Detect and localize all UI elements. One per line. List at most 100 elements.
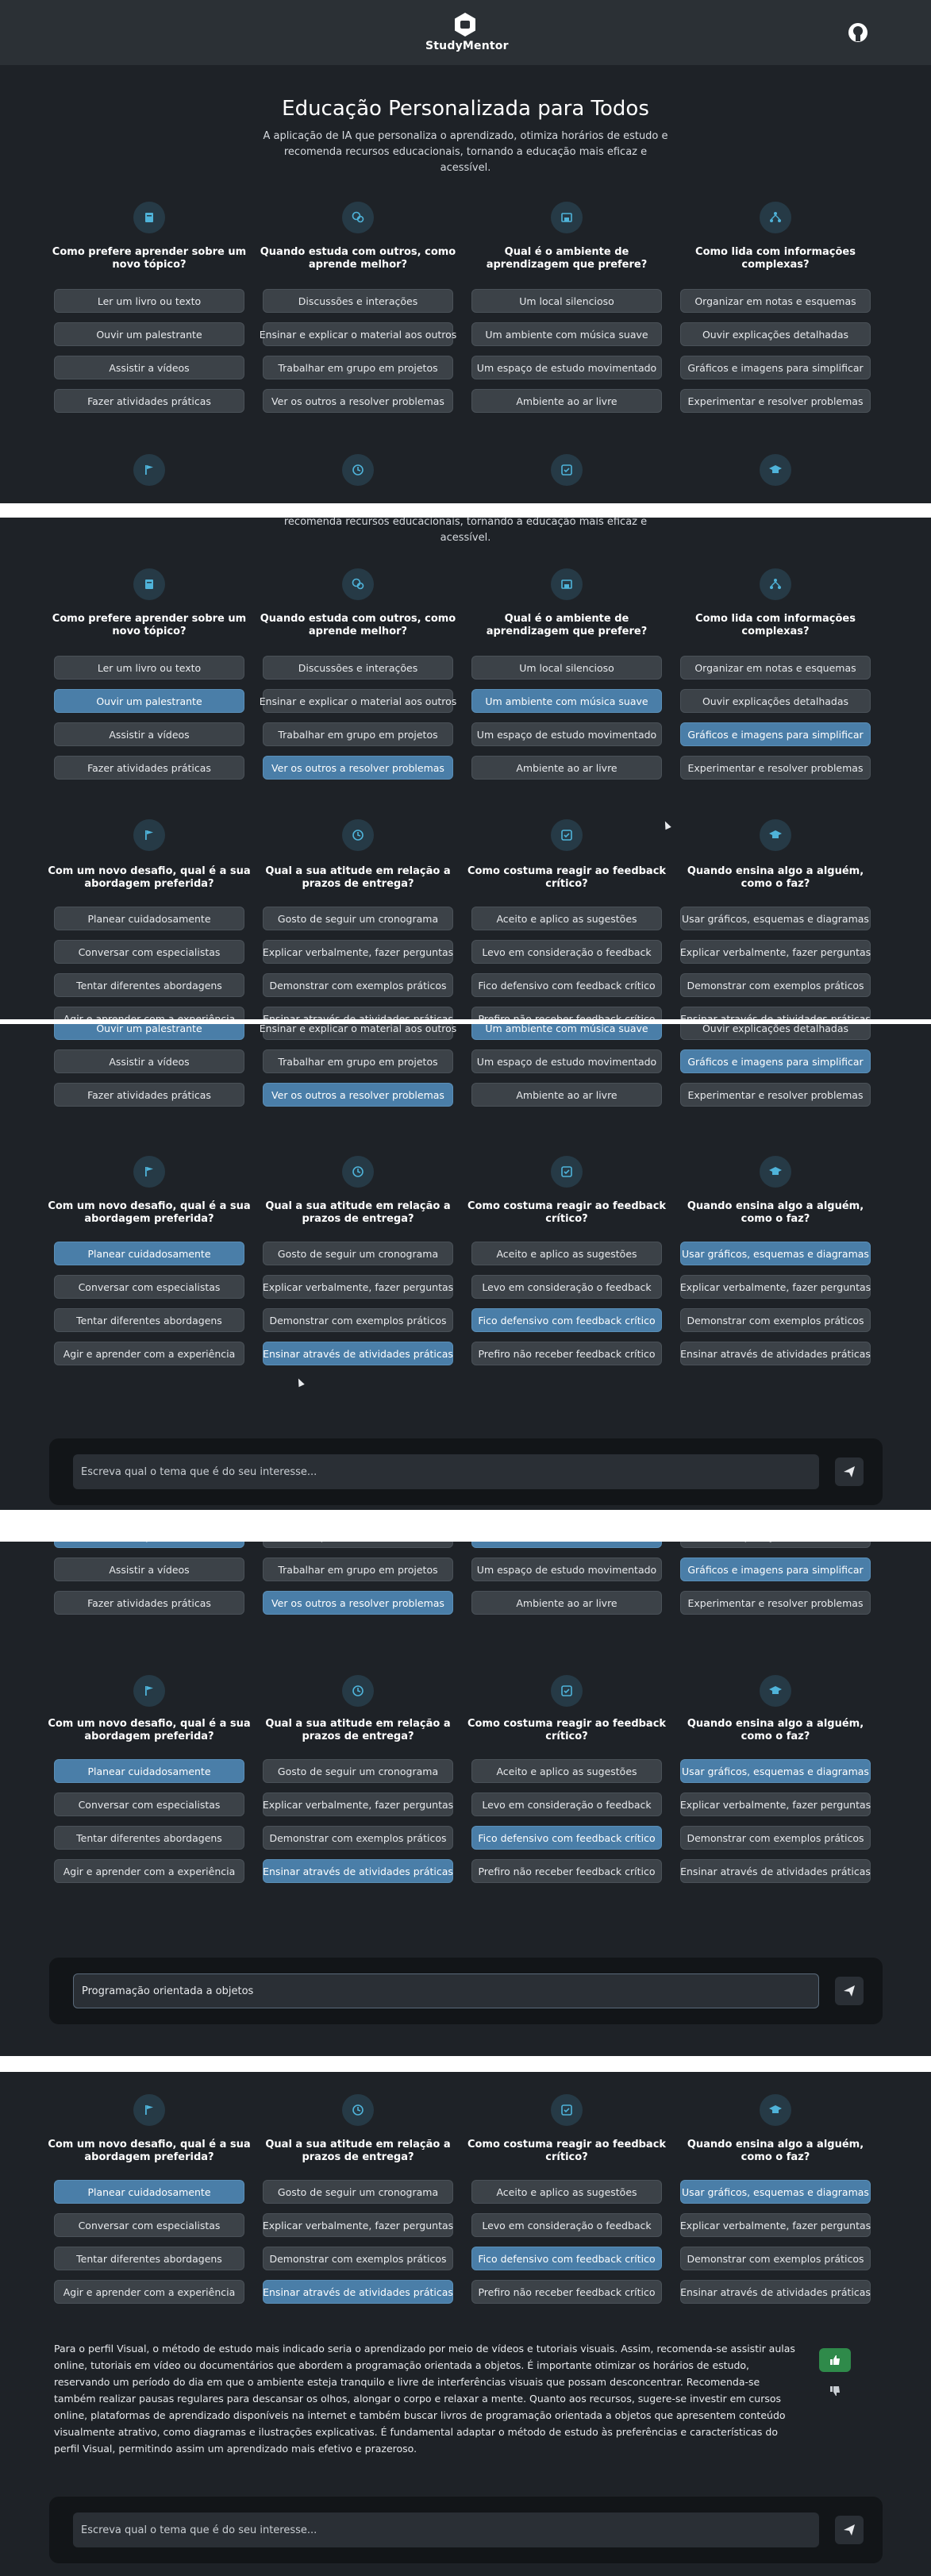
option-um-ambiente-com-musica-suave[interactable]: Um ambiente com música suave [471,1542,662,1548]
option-agir-e-aprender-com-a-experiencia[interactable]: Agir e aprender com a experiência [54,1007,244,1019]
option-planear-cuidadosamente[interactable]: Planear cuidadosamente [54,1242,244,1265]
option-um-espaco-de-estudo-movimentado[interactable]: Um espaço de estudo movimentado [471,722,662,746]
option-ouvir-explicacoes-detalhadas[interactable]: Ouvir explicações detalhadas [680,1542,871,1548]
option-fazer-atividades-praticas[interactable]: Fazer atividades práticas [54,756,244,780]
option-prefiro-nao-receber-feedback-critico[interactable]: Prefiro não receber feedback crítico [471,1859,662,1883]
thumbs-up-button[interactable] [819,2348,851,2372]
option-usar-graficos-esquemas-e-diagramas[interactable]: Usar gráficos, esquemas e diagramas [680,907,871,930]
option-ouvir-explicacoes-detalhadas[interactable]: Ouvir explicações detalhadas [680,689,871,713]
option-ensinar-e-explicar-o-material-aos-outros[interactable]: Ensinar e explicar o material aos outros [260,689,456,713]
option-um-local-silencioso[interactable]: Um local silencioso [471,656,662,680]
option-ensinar-e-explicar-o-material-aos-outros[interactable]: Ensinar e explicar o material aos outros [260,322,456,346]
topic-input[interactable]: Escreva qual o tema que é do seu interes… [73,2512,819,2547]
option-demonstrar-com-exemplos-praticos[interactable]: Demonstrar com exemplos práticos [680,1826,871,1850]
option-ensinar-e-explicar-o-material-aos-outros[interactable]: Ensinar e explicar o material aos outros [260,1024,456,1040]
option-agir-e-aprender-com-a-experiencia[interactable]: Agir e aprender com a experiência [54,1859,244,1883]
option-explicar-verbalmente-fazer-perguntas[interactable]: Explicar verbalmente, fazer perguntas [263,1275,453,1299]
option-explicar-verbalmente-fazer-perguntas[interactable]: Explicar verbalmente, fazer perguntas [680,940,871,964]
option-ouvir-um-palestrante[interactable]: Ouvir um palestrante [54,689,244,713]
option-assistir-a-videos[interactable]: Assistir a vídeos [54,356,244,379]
option-ensinar-atraves-de-atividades-praticas[interactable]: Ensinar através de atividades práticas [680,1342,871,1365]
option-agir-e-aprender-com-a-experiencia[interactable]: Agir e aprender com a experiência [54,2280,244,2304]
option-ambiente-ao-ar-livre[interactable]: Ambiente ao ar livre [471,756,662,780]
option-ver-os-outros-a-resolver-problemas[interactable]: Ver os outros a resolver problemas [263,1083,453,1107]
option-aceito-e-aplico-as-sugestoes[interactable]: Aceito e aplico as sugestões [471,1759,662,1783]
option-explicar-verbalmente-fazer-perguntas[interactable]: Explicar verbalmente, fazer perguntas [263,2213,453,2237]
option-levo-em-consideracao-o-feedback[interactable]: Levo em consideração o feedback [471,940,662,964]
send-button[interactable] [835,1977,864,2005]
option-organizar-em-notas-e-esquemas[interactable]: Organizar em notas e esquemas [680,656,871,680]
option-experimentar-e-resolver-problemas[interactable]: Experimentar e resolver problemas [680,1591,871,1615]
option-explicar-verbalmente-fazer-perguntas[interactable]: Explicar verbalmente, fazer perguntas [680,1275,871,1299]
option-ler-um-livro-ou-texto[interactable]: Ler um livro ou texto [54,656,244,680]
option-gosto-de-seguir-um-cronograma[interactable]: Gosto de seguir um cronograma [263,2180,453,2204]
option-fico-defensivo-com-feedback-critico[interactable]: Fico defensivo com feedback crítico [471,1826,662,1850]
option-levo-em-consideracao-o-feedback[interactable]: Levo em consideração o feedback [471,2213,662,2237]
option-um-local-silencioso[interactable]: Um local silencioso [471,289,662,313]
option-ver-os-outros-a-resolver-problemas[interactable]: Ver os outros a resolver problemas [263,389,453,413]
option-demonstrar-com-exemplos-praticos[interactable]: Demonstrar com exemplos práticos [680,973,871,997]
option-ambiente-ao-ar-livre[interactable]: Ambiente ao ar livre [471,389,662,413]
option-fico-defensivo-com-feedback-critico[interactable]: Fico defensivo com feedback crítico [471,2247,662,2270]
option-gosto-de-seguir-um-cronograma[interactable]: Gosto de seguir um cronograma [263,907,453,930]
option-levo-em-consideracao-o-feedback[interactable]: Levo em consideração o feedback [471,1792,662,1816]
option-ambiente-ao-ar-livre[interactable]: Ambiente ao ar livre [471,1591,662,1615]
option-demonstrar-com-exemplos-praticos[interactable]: Demonstrar com exemplos práticos [263,1826,453,1850]
option-trabalhar-em-grupo-em-projetos[interactable]: Trabalhar em grupo em projetos [263,1558,453,1581]
option-usar-graficos-esquemas-e-diagramas[interactable]: Usar gráficos, esquemas e diagramas [680,1242,871,1265]
option-assistir-a-videos[interactable]: Assistir a vídeos [54,1049,244,1073]
send-button[interactable] [835,2516,864,2544]
option-explicar-verbalmente-fazer-perguntas[interactable]: Explicar verbalmente, fazer perguntas [263,940,453,964]
option-ensinar-atraves-de-atividades-praticas[interactable]: Ensinar através de atividades práticas [263,2280,453,2304]
option-graficos-e-imagens-para-simplificar[interactable]: Gráficos e imagens para simplificar [680,1049,871,1073]
option-ver-os-outros-a-resolver-problemas[interactable]: Ver os outros a resolver problemas [263,756,453,780]
send-button[interactable] [835,1457,864,1486]
option-ouvir-explicacoes-detalhadas[interactable]: Ouvir explicações detalhadas [680,322,871,346]
option-ensinar-atraves-de-atividades-praticas[interactable]: Ensinar através de atividades práticas [680,1007,871,1019]
topic-input[interactable]: Programação orientada a objetos [73,1973,819,2008]
option-fico-defensivo-com-feedback-critico[interactable]: Fico defensivo com feedback crítico [471,1308,662,1332]
option-conversar-com-especialistas[interactable]: Conversar com especialistas [54,2213,244,2237]
option-usar-graficos-esquemas-e-diagramas[interactable]: Usar gráficos, esquemas e diagramas [680,1759,871,1783]
option-aceito-e-aplico-as-sugestoes[interactable]: Aceito e aplico as sugestões [471,1242,662,1265]
option-um-espaco-de-estudo-movimentado[interactable]: Um espaço de estudo movimentado [471,1558,662,1581]
option-demonstrar-com-exemplos-praticos[interactable]: Demonstrar com exemplos práticos [680,1308,871,1332]
app-logo[interactable]: StudyMentor [425,11,509,52]
option-ensinar-atraves-de-atividades-praticas[interactable]: Ensinar através de atividades práticas [263,1007,453,1019]
option-demonstrar-com-exemplos-praticos[interactable]: Demonstrar com exemplos práticos [263,1308,453,1332]
option-ensinar-e-explicar-o-material-aos-outros[interactable]: Ensinar e explicar o material aos outros [260,1542,456,1548]
option-assistir-a-videos[interactable]: Assistir a vídeos [54,1558,244,1581]
option-assistir-a-videos[interactable]: Assistir a vídeos [54,722,244,746]
option-ensinar-atraves-de-atividades-praticas[interactable]: Ensinar através de atividades práticas [680,1859,871,1883]
option-experimentar-e-resolver-problemas[interactable]: Experimentar e resolver problemas [680,756,871,780]
option-discussoes-e-interacoes[interactable]: Discussões e interações [263,656,453,680]
option-gosto-de-seguir-um-cronograma[interactable]: Gosto de seguir um cronograma [263,1759,453,1783]
option-trabalhar-em-grupo-em-projetos[interactable]: Trabalhar em grupo em projetos [263,722,453,746]
option-usar-graficos-esquemas-e-diagramas[interactable]: Usar gráficos, esquemas e diagramas [680,2180,871,2204]
option-demonstrar-com-exemplos-praticos[interactable]: Demonstrar com exemplos práticos [263,973,453,997]
option-demonstrar-com-exemplos-praticos[interactable]: Demonstrar com exemplos práticos [680,2247,871,2270]
option-conversar-com-especialistas[interactable]: Conversar com especialistas [54,1792,244,1816]
option-graficos-e-imagens-para-simplificar[interactable]: Gráficos e imagens para simplificar [680,1558,871,1581]
option-organizar-em-notas-e-esquemas[interactable]: Organizar em notas e esquemas [680,289,871,313]
option-fazer-atividades-praticas[interactable]: Fazer atividades práticas [54,1083,244,1107]
option-explicar-verbalmente-fazer-perguntas[interactable]: Explicar verbalmente, fazer perguntas [263,1792,453,1816]
option-prefiro-nao-receber-feedback-critico[interactable]: Prefiro não receber feedback crítico [471,1342,662,1365]
option-experimentar-e-resolver-problemas[interactable]: Experimentar e resolver problemas [680,1083,871,1107]
option-um-espaco-de-estudo-movimentado[interactable]: Um espaço de estudo movimentado [471,1049,662,1073]
option-tentar-diferentes-abordagens[interactable]: Tentar diferentes abordagens [54,2247,244,2270]
option-graficos-e-imagens-para-simplificar[interactable]: Gráficos e imagens para simplificar [680,722,871,746]
option-ver-os-outros-a-resolver-problemas[interactable]: Ver os outros a resolver problemas [263,1591,453,1615]
option-demonstrar-com-exemplos-praticos[interactable]: Demonstrar com exemplos práticos [263,2247,453,2270]
option-prefiro-nao-receber-feedback-critico[interactable]: Prefiro não receber feedback crítico [471,1007,662,1019]
option-planear-cuidadosamente[interactable]: Planear cuidadosamente [54,907,244,930]
option-planear-cuidadosamente[interactable]: Planear cuidadosamente [54,2180,244,2204]
thumbs-down-button[interactable] [829,2385,841,2397]
option-tentar-diferentes-abordagens[interactable]: Tentar diferentes abordagens [54,1308,244,1332]
option-fazer-atividades-praticas[interactable]: Fazer atividades práticas [54,389,244,413]
option-um-ambiente-com-musica-suave[interactable]: Um ambiente com música suave [471,689,662,713]
option-ambiente-ao-ar-livre[interactable]: Ambiente ao ar livre [471,1083,662,1107]
option-ouvir-explicacoes-detalhadas[interactable]: Ouvir explicações detalhadas [680,1024,871,1040]
option-levo-em-consideracao-o-feedback[interactable]: Levo em consideração o feedback [471,1275,662,1299]
option-ensinar-atraves-de-atividades-praticas[interactable]: Ensinar através de atividades práticas [680,2280,871,2304]
